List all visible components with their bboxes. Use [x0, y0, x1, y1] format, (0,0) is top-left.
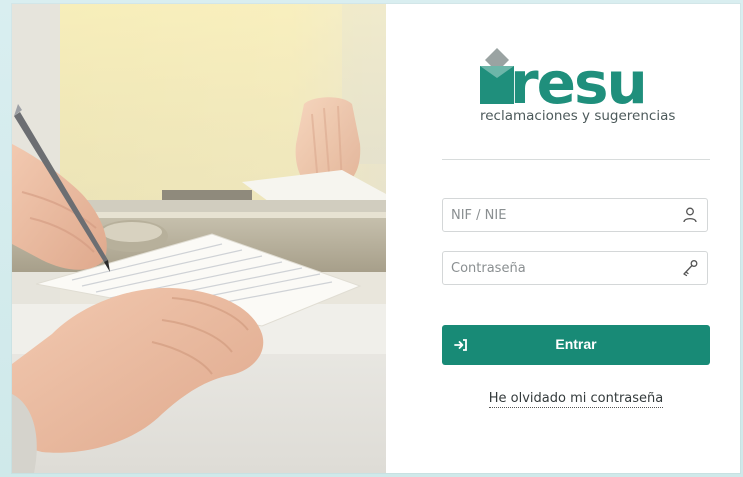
key-icon: [683, 260, 698, 277]
password-input[interactable]: [443, 252, 673, 284]
logo-tagline: reclamaciones y sugerencias: [480, 108, 676, 124]
nif-input[interactable]: [443, 199, 673, 231]
login-panel: resu reclamaciones y sugerencias NIF / N…: [386, 4, 740, 473]
logo-wordmark: resu: [510, 49, 648, 117]
divider: [442, 159, 710, 160]
hero-photo: [12, 4, 386, 473]
password-field[interactable]: [442, 251, 708, 285]
login-button-label: Entrar: [555, 336, 597, 352]
user-icon: [683, 207, 697, 223]
logo-mark-icon: [480, 48, 514, 104]
brand-logo: resu reclamaciones y sugerencias: [480, 48, 676, 128]
forgot-password-link[interactable]: He olvidado mi contraseña: [488, 391, 664, 408]
forgot-password-row: He olvidado mi contraseña: [442, 389, 710, 408]
nif-field[interactable]: [442, 198, 708, 232]
login-button[interactable]: Entrar: [442, 325, 710, 365]
login-card: resu reclamaciones y sugerencias NIF / N…: [12, 4, 740, 473]
counter-scene-image: [12, 4, 386, 473]
